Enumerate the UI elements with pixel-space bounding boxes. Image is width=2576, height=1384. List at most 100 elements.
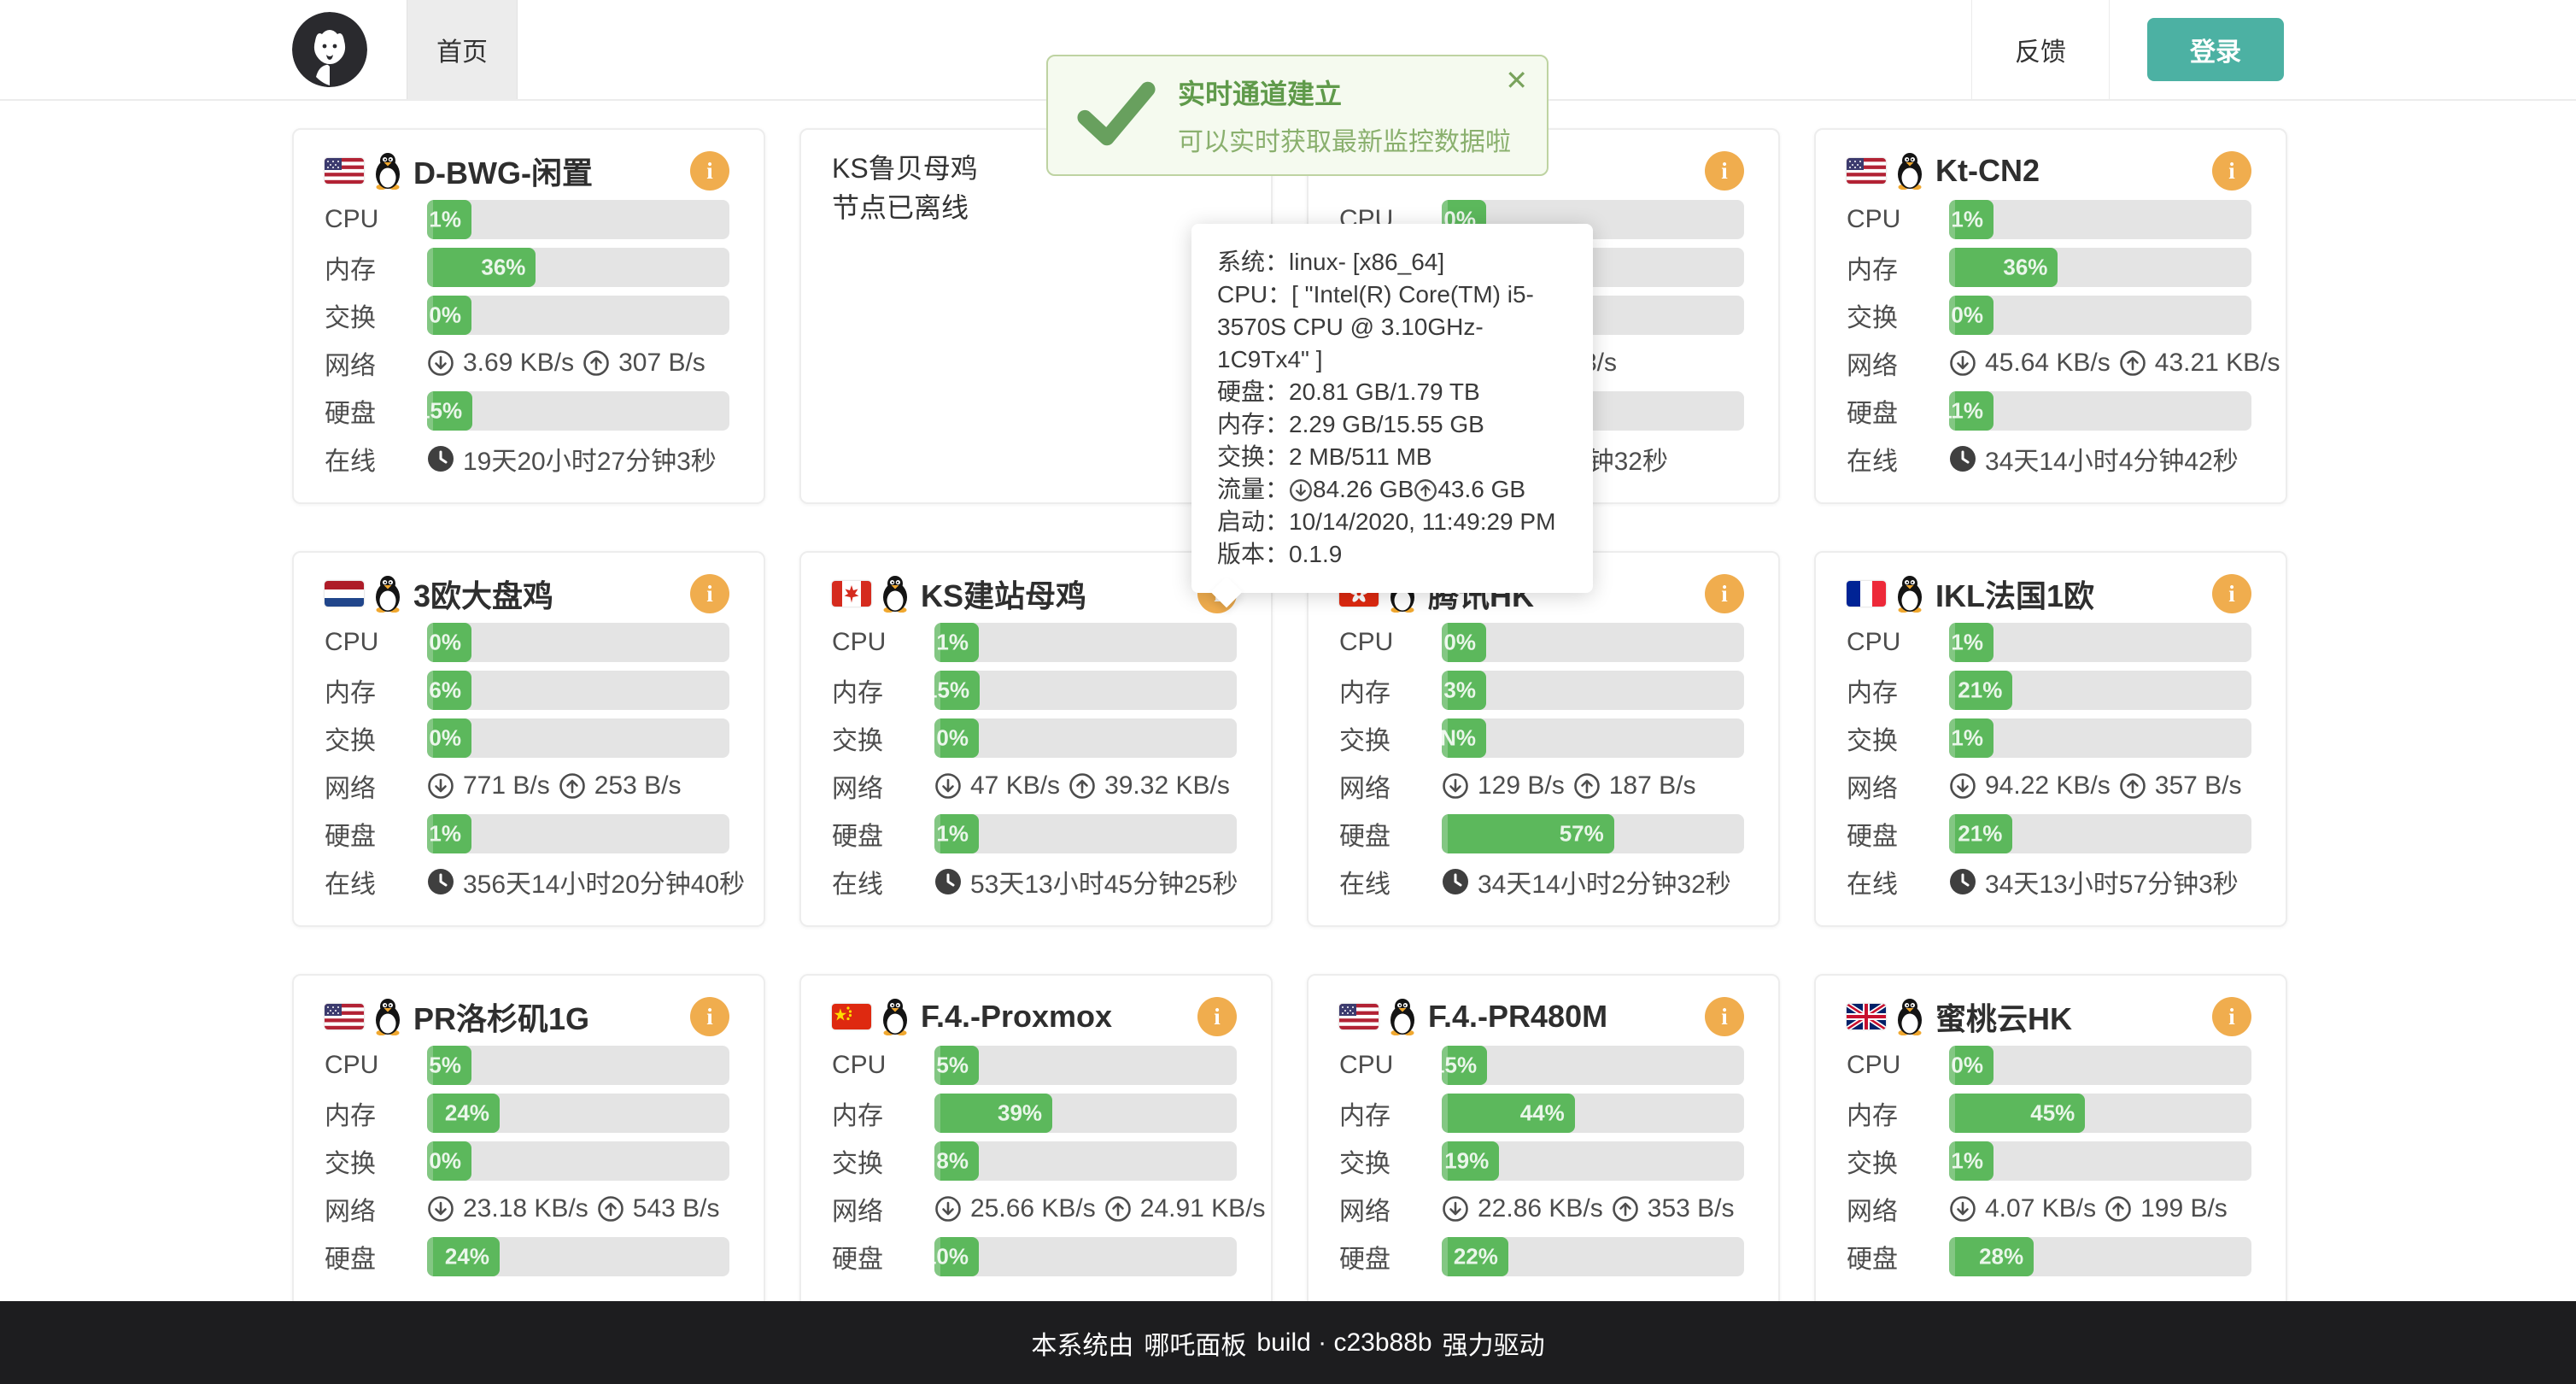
net-down-icon — [934, 1195, 962, 1223]
net-row: 网络 94.22 KB/s 357 B/s — [1847, 766, 2251, 806]
mem-progress-fill: 6% — [427, 671, 471, 710]
net-row: 网络 771 B/s 253 B/s — [325, 766, 729, 806]
online-label: 在线 — [1339, 863, 1442, 900]
tooltip-line: 内存：2.29 GB/15.55 GB — [1217, 408, 1567, 441]
country-flag-icon — [832, 1004, 871, 1029]
net-down-icon — [934, 772, 962, 800]
server-info-tooltip: 系统：linux- [x86_64]CPU：[ "Intel(R) Core(T… — [1191, 224, 1593, 593]
server-card: Kt-CN2 i CPU1%内存36%交换0%网络 45.64 KB/s 43.… — [1814, 128, 2287, 504]
clock-icon — [1949, 445, 1976, 472]
info-icon[interactable]: i — [690, 574, 729, 613]
swap-percent: 0% — [936, 725, 969, 752]
online-label: 在线 — [1847, 863, 1949, 900]
net-label: 网络 — [832, 1190, 934, 1228]
tooltip-line-label: 版本： — [1217, 541, 1289, 567]
footer-panel-link[interactable]: 哪吒面板 — [1144, 1324, 1246, 1362]
cpu-percent: 0% — [1951, 1053, 1983, 1079]
swap-row: 交换N% — [1339, 718, 1744, 758]
swap-row: 交换1% — [1847, 1141, 2251, 1181]
swap-row: 交换0% — [325, 718, 729, 758]
info-icon[interactable]: i — [2212, 151, 2251, 191]
net-down-icon — [1949, 772, 1976, 800]
cpu-progressbar: 5% — [934, 1046, 1237, 1085]
tooltip-line: 交换：2 MB/511 MB — [1217, 441, 1567, 473]
server-card-header: F.4.-Proxmox i — [832, 993, 1237, 1041]
server-stats: CPU15%内存44%交换19%网络 22.86 KB/s 353 B/s硬盘2… — [1339, 1046, 1744, 1276]
tab-home[interactable]: 首页 — [407, 0, 518, 99]
net-upload-speed: 307 B/s — [618, 349, 705, 378]
net-down-icon — [1949, 1195, 1976, 1223]
cpu-progress-fill: 1% — [934, 623, 979, 662]
cpu-progressbar: 1% — [1949, 623, 2251, 662]
server-card: IKL法国1欧 i CPU1%内存21%交换1%网络 94.22 KB/s 35… — [1814, 551, 2287, 927]
info-icon[interactable]: i — [690, 151, 729, 191]
info-icon[interactable]: i — [690, 997, 729, 1036]
swap-progressbar: 0% — [934, 718, 1237, 758]
login-button[interactable]: 登录 — [2147, 18, 2284, 81]
net-upload-speed: 43.21 KB/s — [2155, 349, 2280, 378]
swap-progressbar: 19% — [1442, 1141, 1744, 1181]
mem-progressbar: 21% — [1949, 671, 2251, 710]
server-name: 3欧大盘鸡 — [413, 572, 690, 616]
server-card: 蜜桃云HK i CPU0%内存45%交换1%网络 4.07 KB/s 199 B… — [1814, 974, 2287, 1350]
disk-progress-fill: 11% — [1949, 391, 1993, 431]
feedback-link[interactable]: 反馈 — [1971, 0, 2110, 99]
tooltip-line-label: 内存： — [1217, 411, 1289, 437]
cpu-percent: 1% — [1951, 207, 1983, 233]
server-card: KS建站母鸡 i CPU1%内存15%交换0%网络 47 KB/s 39.32 … — [799, 551, 1273, 927]
mem-progressbar: 3% — [1442, 671, 1744, 710]
disk-label: 硬盘 — [832, 815, 934, 853]
disk-row: 硬盘1% — [832, 814, 1237, 853]
server-stats: CPU5%内存39%交换8%网络 25.66 KB/s 24.91 KB/s硬盘… — [832, 1046, 1237, 1276]
info-icon[interactable]: i — [1705, 997, 1744, 1036]
swap-percent: 0% — [429, 1148, 461, 1175]
online-label: 在线 — [832, 863, 934, 900]
mem-progress-fill: 21% — [1949, 671, 2012, 710]
disk-progressbar: 11% — [1949, 391, 2251, 431]
swap-progressbar: 1% — [1949, 718, 2251, 758]
mem-percent: 36% — [2003, 255, 2047, 281]
cpu-row: CPU15% — [1339, 1046, 1744, 1085]
disk-progressbar: 10% — [934, 1237, 1237, 1276]
info-icon[interactable]: i — [2212, 574, 2251, 613]
net-download-speed: 94.22 KB/s — [1985, 771, 2111, 800]
disk-row: 硬盘57% — [1339, 814, 1744, 853]
mem-progress-fill: 45% — [1949, 1094, 2085, 1133]
mem-percent: 15% — [925, 677, 969, 704]
swap-percent: 8% — [936, 1148, 969, 1175]
net-up-icon — [1068, 772, 1096, 800]
server-name: PR洛杉矶1G — [413, 994, 690, 1039]
disk-percent: 24% — [445, 1244, 489, 1270]
swap-progress-fill: 0% — [427, 296, 471, 335]
online-label: 在线 — [1847, 440, 1949, 478]
disk-label: 硬盘 — [325, 1238, 427, 1276]
net-upload-speed: 543 B/s — [633, 1194, 720, 1223]
swap-progressbar: 8% — [934, 1141, 1237, 1181]
net-row: 网络 4.07 KB/s 199 B/s — [1847, 1189, 2251, 1229]
server-stats: CPU1%内存36%交换0%网络 3.69 KB/s 307 B/s硬盘15%在… — [325, 200, 729, 478]
uptime-value: 53天13小时45分钟25秒 — [970, 863, 1238, 900]
mem-label: 内存 — [832, 671, 934, 709]
tooltip-line: CPU：[ "Intel(R) Core(TM) i5-3570S CPU @ … — [1217, 279, 1567, 376]
footer: 本系统由 哪吒面板 build · c23b88b 强力驱动 — [0, 1301, 2576, 1384]
cpu-progress-fill: 0% — [1442, 623, 1486, 662]
net-value: 771 B/s 253 B/s — [427, 771, 729, 800]
info-icon[interactable]: i — [2212, 997, 2251, 1036]
close-icon[interactable]: ✕ — [1505, 67, 1528, 94]
disk-label: 硬盘 — [325, 392, 427, 430]
tooltip-line-label: 硬盘： — [1217, 378, 1289, 405]
cpu-percent: 0% — [429, 630, 461, 656]
swap-label: 交换 — [832, 719, 934, 757]
info-icon[interactable]: i — [1705, 151, 1744, 191]
toast-message: 可以实时获取最新监控数据啦 — [1178, 120, 1511, 158]
info-icon[interactable]: i — [1705, 574, 1744, 613]
site-logo[interactable] — [292, 12, 367, 87]
disk-row: 硬盘10% — [832, 1237, 1237, 1276]
server-stats: 节点已离线 — [832, 186, 1237, 226]
disk-progress-fill: 57% — [1442, 814, 1614, 853]
server-card-header: KS建站母鸡 i — [832, 570, 1237, 618]
server-name: F.4.-PR480M — [1428, 999, 1705, 1035]
info-icon[interactable]: i — [1197, 997, 1237, 1036]
swap-percent: 1% — [1951, 725, 1983, 752]
mem-progressbar: 24% — [427, 1094, 729, 1133]
